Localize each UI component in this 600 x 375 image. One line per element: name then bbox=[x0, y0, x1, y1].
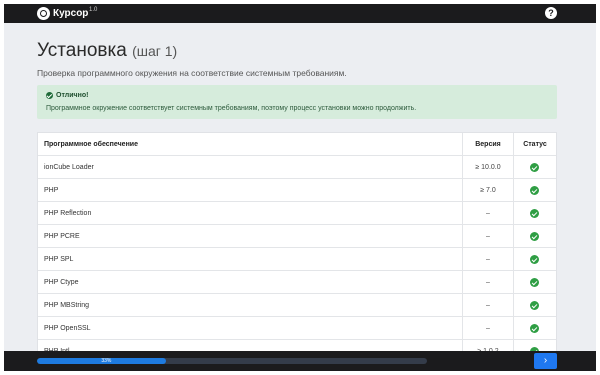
alert-text: Программное окружение соответствует сист… bbox=[46, 105, 417, 112]
table-row: PHP PCRE – bbox=[38, 225, 556, 248]
software-name: PHP Ctype bbox=[44, 279, 79, 286]
check-circle-icon bbox=[530, 301, 539, 310]
status-cell bbox=[514, 202, 556, 225]
table-row: PHP SPL – bbox=[38, 248, 556, 271]
header-software: Программное обеспечение bbox=[44, 141, 138, 148]
software-version: – bbox=[486, 279, 490, 286]
check-circle-icon bbox=[530, 209, 539, 218]
check-circle-icon bbox=[530, 163, 539, 172]
software-version: ≥ 10.0.0 bbox=[475, 164, 501, 171]
software-name: PHP SPL bbox=[44, 256, 74, 263]
alert-title: Отлично! bbox=[56, 92, 89, 99]
progress-bar: 33% bbox=[37, 358, 427, 364]
software-name: PHP MBString bbox=[44, 302, 89, 309]
check-circle-icon bbox=[530, 232, 539, 241]
status-cell bbox=[514, 340, 556, 351]
table-row: PHP OpenSSL – bbox=[38, 317, 556, 340]
software-version: – bbox=[486, 325, 490, 332]
table-row: PHP ≥ 7.0 bbox=[38, 179, 556, 202]
status-cell bbox=[514, 317, 556, 340]
progress-label: 33% bbox=[101, 358, 112, 364]
status-cell bbox=[514, 248, 556, 271]
status-cell bbox=[514, 225, 556, 248]
status-cell bbox=[514, 179, 556, 202]
table-row: PHP Intl ≥ 1.0.2 bbox=[38, 340, 556, 351]
table-row: PHP Ctype – bbox=[38, 271, 556, 294]
check-circle-icon bbox=[530, 255, 539, 264]
requirements-table: Программное обеспечение Версия Статус io… bbox=[37, 132, 557, 351]
page-title-text: Установка bbox=[37, 40, 127, 61]
app-name: Курсор bbox=[53, 8, 89, 19]
success-alert: Отлично! Программное окружение соответст… bbox=[37, 85, 557, 119]
software-version: ≥ 7.0 bbox=[480, 187, 496, 194]
software-version: – bbox=[486, 256, 490, 263]
bottom-bar: 33% › bbox=[4, 351, 596, 371]
installer-window: Курсор 1.0 ? Установка (шаг 1) Проверка … bbox=[4, 4, 596, 371]
software-name: PHP Reflection bbox=[44, 210, 92, 217]
question-circle-icon[interactable]: ? bbox=[545, 7, 557, 19]
table-header-row: Программное обеспечение Версия Статус bbox=[38, 133, 556, 156]
page-title: Установка (шаг 1) bbox=[37, 39, 177, 63]
software-version: – bbox=[486, 210, 490, 217]
page-subtitle: Проверка программного окружения на соотв… bbox=[37, 68, 347, 78]
status-cell bbox=[514, 271, 556, 294]
app-version: 1.0 bbox=[89, 7, 98, 13]
software-name: PHP OpenSSL bbox=[44, 325, 91, 332]
check-circle-icon bbox=[530, 278, 539, 287]
software-version: – bbox=[486, 302, 490, 309]
check-circle-icon bbox=[46, 92, 53, 99]
header-version: Версия bbox=[475, 141, 501, 148]
software-version: ≥ 1.0.2 bbox=[463, 340, 513, 351]
table-row: PHP Reflection – bbox=[38, 202, 556, 225]
top-bar: Курсор 1.0 ? bbox=[4, 4, 596, 23]
status-cell bbox=[514, 294, 556, 317]
logo-icon bbox=[37, 7, 50, 20]
software-name: PHP bbox=[44, 187, 59, 194]
software-version: – bbox=[486, 233, 490, 240]
main-content: Установка (шаг 1) Проверка программного … bbox=[4, 23, 596, 351]
software-name: ionCube Loader bbox=[44, 164, 94, 171]
check-circle-icon bbox=[530, 324, 539, 333]
header-status: Статус bbox=[523, 141, 547, 148]
software-name: PHP Intl bbox=[44, 340, 70, 351]
check-circle-icon bbox=[530, 186, 539, 195]
page-step: (шаг 1) bbox=[132, 43, 178, 59]
next-button[interactable]: › bbox=[534, 353, 557, 369]
software-name: PHP PCRE bbox=[44, 233, 80, 240]
table-row: PHP MBString – bbox=[38, 294, 556, 317]
table-row: ionCube Loader ≥ 10.0.0 bbox=[38, 156, 556, 179]
status-cell bbox=[514, 156, 556, 179]
